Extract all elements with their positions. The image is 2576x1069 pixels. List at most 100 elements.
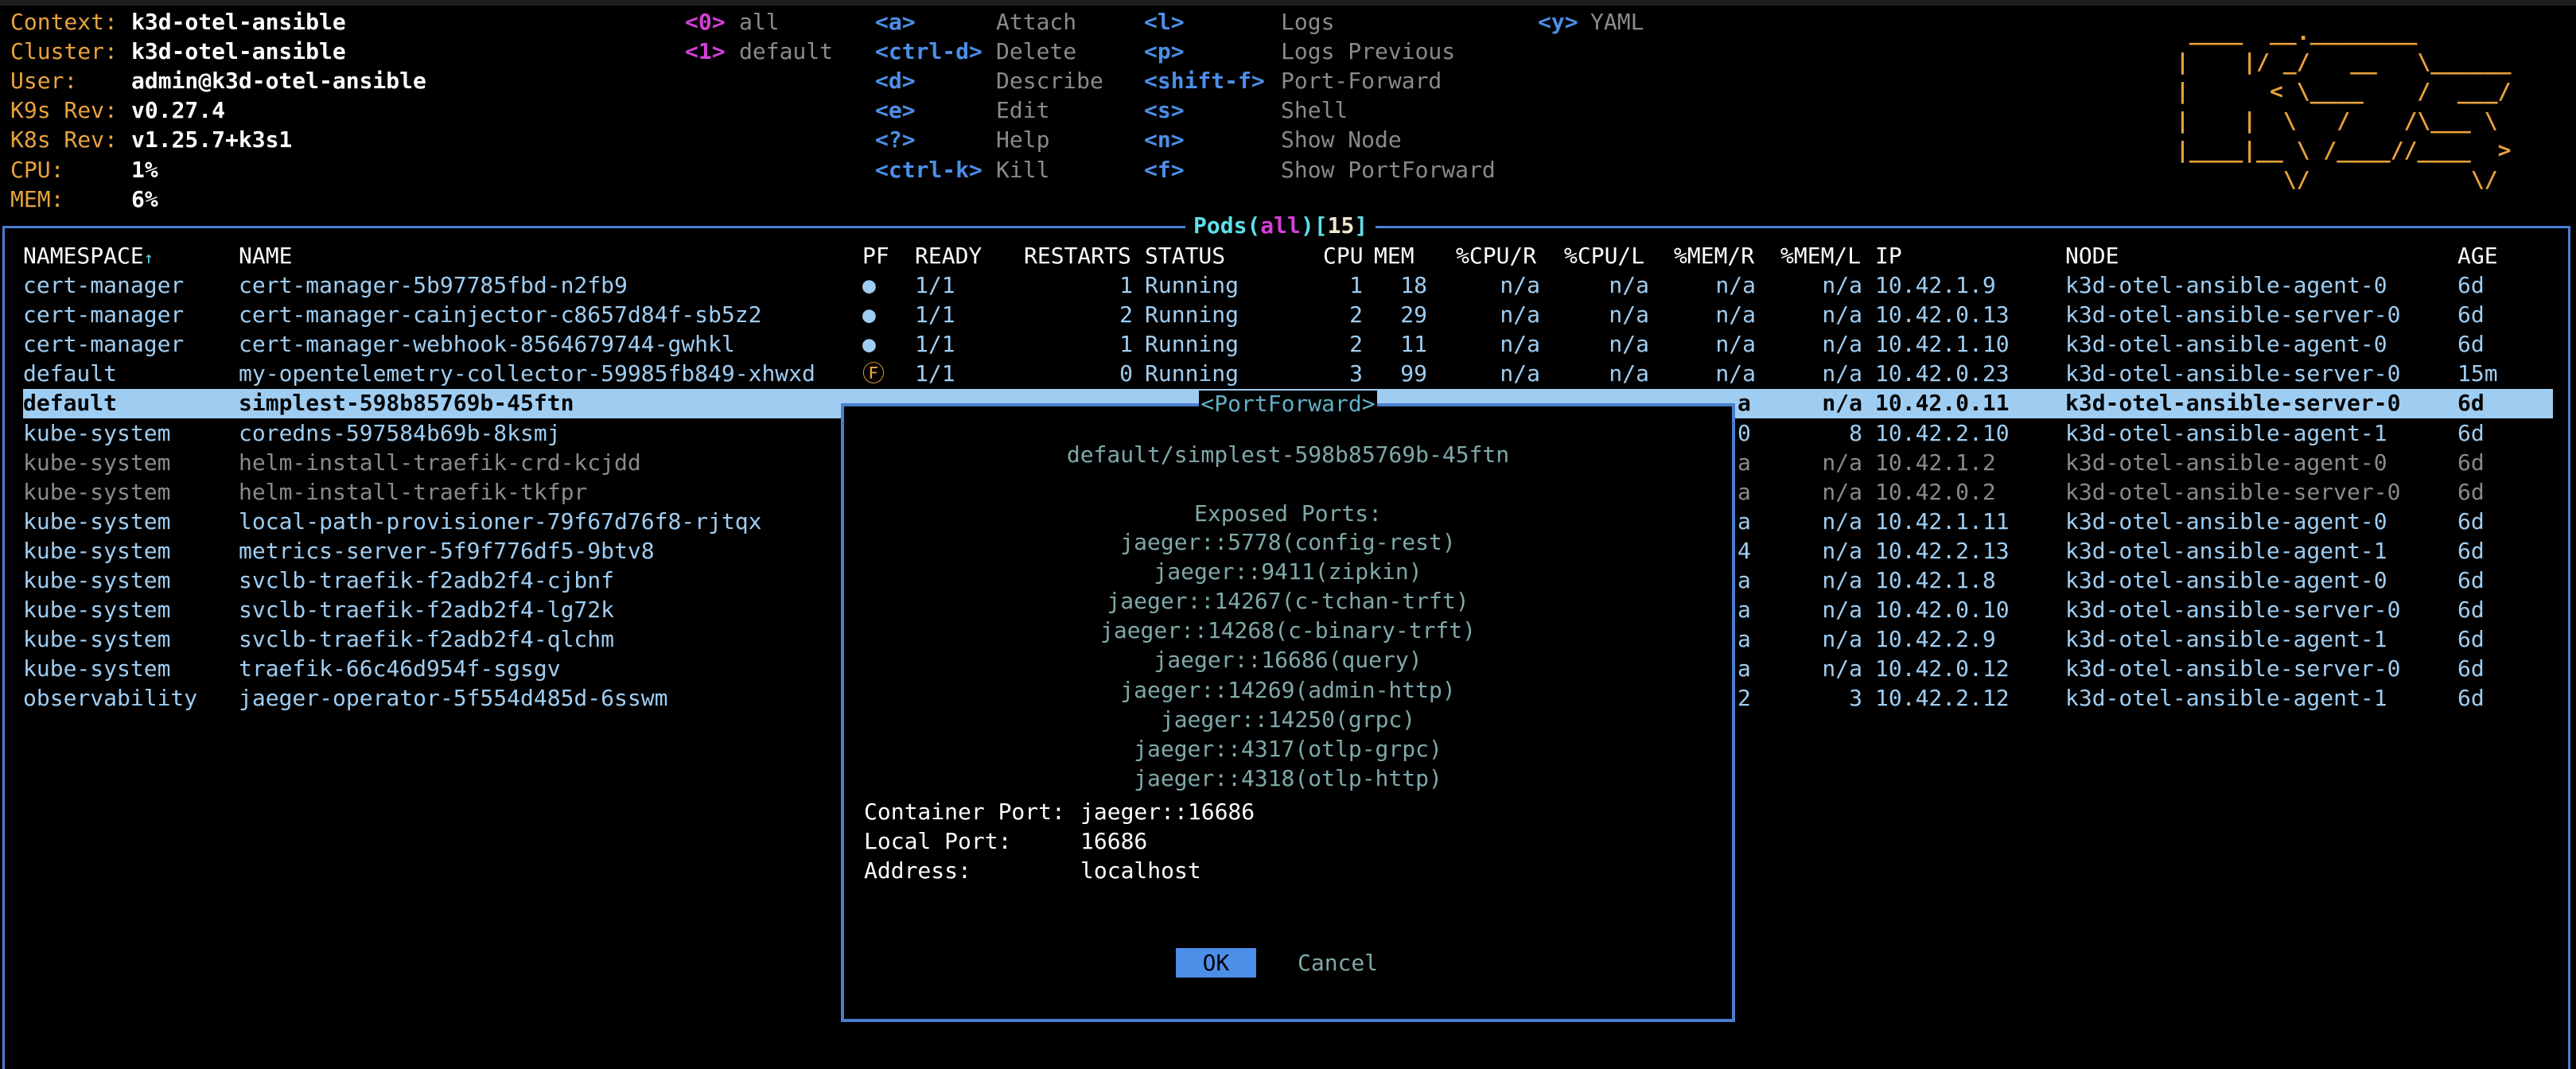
column-header-namespace[interactable]: NAMESPACE↑ <box>23 241 154 270</box>
cell-ip: 10.42.0.13 <box>1875 301 2010 328</box>
column-header--cpu-l[interactable]: %CPU/L <box>1564 241 1644 270</box>
shortcut-label[interactable]: Delete <box>996 37 1076 66</box>
info-value: 6% <box>131 185 158 212</box>
column-header-pf[interactable]: PF <box>862 241 889 270</box>
cell-namespace: observability <box>23 685 198 712</box>
shortcut-label[interactable]: Port-Forward <box>1281 66 1442 95</box>
column-header--cpu-r[interactable]: %CPU/R <box>1456 241 1536 270</box>
shortcut-key[interactable]: <shift-f> <box>1144 66 1265 95</box>
shortcut-label[interactable]: Show Node <box>1281 125 1402 154</box>
shortcut-key[interactable]: <e> <box>875 95 916 125</box>
column-header--mem-r[interactable]: %MEM/R <box>1674 241 1754 270</box>
cell-node: k3d-otel-ansible-server-0 <box>2065 597 2401 624</box>
cell-mem-r-partial: a <box>1737 655 1751 682</box>
column-header-ip[interactable]: IP <box>1875 241 1902 270</box>
cell-cpu-r: n/a <box>1500 360 1540 387</box>
form-field-input[interactable]: localhost <box>1080 856 1201 885</box>
resource-name: Pods <box>1193 212 1247 239</box>
shortcut-label[interactable]: Logs <box>1281 7 1334 37</box>
paren-open: ( <box>1247 212 1261 239</box>
cell-age: 6d <box>2457 419 2485 446</box>
cell-namespace: default <box>23 390 118 417</box>
cell-age: 6d <box>2457 272 2485 298</box>
pod-count: 15 <box>1327 212 1355 239</box>
shortcut-key[interactable]: <p> <box>1144 37 1185 66</box>
namespace-shortcut-label[interactable]: default <box>739 37 833 66</box>
namespace-hotkey[interactable]: <0> <box>685 7 726 37</box>
cell-status: Running <box>1145 360 1239 387</box>
cell-namespace: kube-system <box>23 567 171 593</box>
shortcut-key[interactable]: <y> <box>1538 7 1578 37</box>
column-header-mem[interactable]: MEM <box>1374 241 1414 270</box>
column-header-cpu[interactable]: CPU <box>1323 241 1364 270</box>
shortcut-label[interactable]: Edit <box>996 95 1049 125</box>
status-dot-icon: ● <box>862 272 876 298</box>
paren-close: ) <box>1300 212 1314 239</box>
cell-name: cert-manager-webhook-8564679744-gwhkl <box>239 331 735 358</box>
cell-cpu: 1 <box>1349 272 1363 298</box>
form-field-input[interactable]: 16686 <box>1080 826 1147 856</box>
cell-node: k3d-otel-ansible-server-0 <box>2065 301 2401 328</box>
shortcut-key[interactable]: <s> <box>1144 95 1185 125</box>
cell-ip: 10.42.0.2 <box>1875 478 1996 505</box>
dialog-title-text: <PortForward> <box>1199 391 1377 417</box>
form-field-input[interactable]: jaeger::16686 <box>1080 797 1255 826</box>
namespace-filter: all <box>1260 212 1301 239</box>
column-header-restarts[interactable]: RESTARTS <box>1024 241 1131 270</box>
cell-status: Running <box>1145 272 1239 298</box>
cell-age: 6d <box>2457 655 2485 682</box>
cell-namespace: kube-system <box>23 597 171 624</box>
shortcut-key[interactable]: <a> <box>875 7 916 37</box>
cell-node: k3d-otel-ansible-server-0 <box>2065 478 2401 505</box>
shortcut-label[interactable]: Logs Previous <box>1281 37 1455 66</box>
ok-button[interactable]: OK <box>1176 948 1256 978</box>
cell-namespace: default <box>23 360 118 387</box>
cell-ip: 10.42.0.12 <box>1875 655 2010 682</box>
info-label: MEM: <box>10 185 64 212</box>
cell-age: 6d <box>2457 478 2485 505</box>
cancel-button[interactable]: Cancel <box>1298 948 1378 978</box>
shortcut-key[interactable]: <ctrl-k> <box>875 155 983 185</box>
info-label: CPU: <box>10 156 64 183</box>
shortcut-key[interactable]: <?> <box>875 125 916 154</box>
column-header-ready[interactable]: READY <box>915 241 982 270</box>
cell-cpu-l: n/a <box>1609 301 1649 328</box>
shortcut-key[interactable]: <ctrl-d> <box>875 37 983 66</box>
column-header--mem-l[interactable]: %MEM/L <box>1780 241 1861 270</box>
shortcut-label[interactable]: YAML <box>1590 7 1644 37</box>
shortcut-label[interactable]: Shell <box>1281 95 1348 125</box>
cell-mem-l: n/a <box>1822 360 1862 387</box>
column-header-name[interactable]: NAME <box>239 241 292 270</box>
cell-age: 6d <box>2457 567 2485 593</box>
cell-age: 6d <box>2457 301 2485 328</box>
cell-name: simplest-598b85769b-45ftn <box>239 390 574 417</box>
cell-namespace: kube-system <box>23 655 171 682</box>
cell-restarts: 1 <box>1119 331 1133 358</box>
shortcut-key[interactable]: <f> <box>1144 155 1185 185</box>
namespace-hotkey[interactable]: <1> <box>685 37 726 66</box>
window-top-bar <box>0 0 2576 6</box>
cell-age: 6d <box>2457 626 2485 653</box>
cell-mem-r: n/a <box>1715 360 1756 387</box>
cell-age: 6d <box>2457 597 2485 624</box>
cell-status: Running <box>1145 301 1239 328</box>
shortcut-key[interactable]: <n> <box>1144 125 1185 154</box>
shortcut-label[interactable]: Attach <box>996 7 1076 37</box>
shortcut-key[interactable]: <l> <box>1144 7 1185 37</box>
info-value: k3d-otel-ansible <box>131 38 346 65</box>
cell-node: k3d-otel-ansible-agent-0 <box>2065 449 2387 476</box>
column-header-age[interactable]: AGE <box>2457 241 2498 270</box>
shortcut-key[interactable]: <d> <box>875 66 916 95</box>
shortcut-label[interactable]: Help <box>996 125 1049 154</box>
column-header-status[interactable]: STATUS <box>1145 241 1225 270</box>
cell-age: 6d <box>2457 390 2485 417</box>
cell-name: coredns-597584b69b-8ksmj <box>239 419 561 446</box>
column-header-node[interactable]: NODE <box>2065 241 2119 270</box>
shortcut-label[interactable]: Show PortForward <box>1281 155 1496 185</box>
namespace-shortcut-label[interactable]: all <box>739 7 780 37</box>
shortcut-label[interactable]: Describe <box>996 66 1103 95</box>
shortcut-label[interactable]: Kill <box>996 155 1049 185</box>
cell-mem-r-partial: 0 <box>1737 419 1751 446</box>
info-label: K8s Rev: <box>10 126 118 154</box>
cell-mem-l: n/a <box>1822 449 1862 476</box>
